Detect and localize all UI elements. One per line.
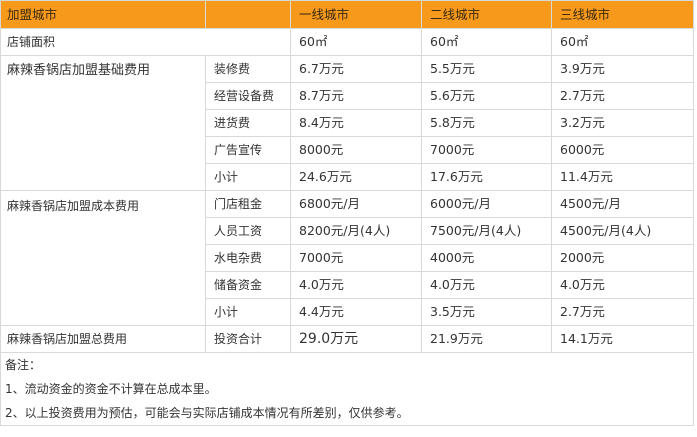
cell-value-total: 29.0万元 <box>290 325 422 353</box>
cell-value: 21.9万元 <box>421 325 552 353</box>
cell-value: 8200元/月(4人) <box>290 217 422 245</box>
notes-line-1: 1、流动资金的资金不计算在总成本里。 <box>0 377 694 401</box>
cell-value: 4500元/月 <box>551 190 694 218</box>
cell-value: 8000元 <box>290 136 422 164</box>
cell-item: 装修费 <box>205 55 291 83</box>
cell-value: 7000元 <box>421 136 552 164</box>
header-tier1: 一线城市 <box>290 0 422 29</box>
cell-value: 8.4万元 <box>290 109 422 137</box>
cell-value: 5.6万元 <box>421 82 552 110</box>
cell-value: 5.8万元 <box>421 109 552 137</box>
cell-item: 进货费 <box>205 109 291 137</box>
table-header-row: 加盟城市 一线城市 二线城市 三线城市 <box>0 0 694 29</box>
cell-item: 门店租金 <box>205 190 291 218</box>
cell-value: 24.6万元 <box>290 163 422 191</box>
cell-value: 3.2万元 <box>551 109 694 137</box>
cell-value: 6000元 <box>551 136 694 164</box>
cell-value: 2000元 <box>551 244 694 272</box>
cell-value: 6.7万元 <box>290 55 422 83</box>
cell-item: 投资合计 <box>205 325 291 353</box>
cell-value: 4000元 <box>421 244 552 272</box>
cell-value: 60㎡ <box>290 28 422 56</box>
cell-value: 60㎡ <box>421 28 552 56</box>
cell-item: 小计 <box>205 163 291 191</box>
table-row: 麻辣香锅店加盟基础费用 装修费 6.7万元 5.5万元 3.9万元 <box>0 55 694 191</box>
header-tier3: 三线城市 <box>551 0 694 29</box>
cell-value: 60㎡ <box>551 28 694 56</box>
notes-line-2: 2、以上投资费用为预估，可能会与实际店铺成本情况有所差别，仅供参考。 <box>0 401 694 426</box>
cell-value: 4.4万元 <box>290 298 422 326</box>
cell-value: 6000元/月 <box>421 190 552 218</box>
cell-value: 4500元/月(4人) <box>551 217 694 245</box>
row-label-total: 麻辣香锅店加盟总费用 <box>0 325 206 353</box>
notes-line-row: 2、以上投资费用为预估，可能会与实际店铺成本情况有所差别，仅供参考。 <box>0 401 694 426</box>
cell-value: 14.1万元 <box>551 325 694 353</box>
cell-item: 储备资金 <box>205 271 291 299</box>
group-label-cost: 麻辣香锅店加盟成本费用 <box>0 190 206 326</box>
notes-line-row: 1、流动资金的资金不计算在总成本里。 <box>0 377 694 401</box>
cell-value: 4.0万元 <box>290 271 422 299</box>
cell-value: 8.7万元 <box>290 82 422 110</box>
cell-value: 4.0万元 <box>421 271 552 299</box>
cell-value: 2.7万元 <box>551 82 694 110</box>
cell-item: 广告宣传 <box>205 136 291 164</box>
cell-value: 17.6万元 <box>421 163 552 191</box>
header-tier2: 二线城市 <box>421 0 552 29</box>
cell-item: 人员工资 <box>205 217 291 245</box>
cell-item: 小计 <box>205 298 291 326</box>
cell-value: 4.0万元 <box>551 271 694 299</box>
cell-value: 3.5万元 <box>421 298 552 326</box>
cell-value: 11.4万元 <box>551 163 694 191</box>
cell-value: 7500元/月(4人) <box>421 217 552 245</box>
cell-value: 3.9万元 <box>551 55 694 83</box>
investment-table-container: 加盟城市 一线城市 二线城市 三线城市 店铺面积 60㎡ 60㎡ 60㎡ 麻辣香… <box>0 0 695 426</box>
row-label-area: 店铺面积 <box>0 28 291 56</box>
notes-title: 备注： <box>0 352 694 377</box>
cell-value: 7000元 <box>290 244 422 272</box>
header-city: 加盟城市 <box>0 0 206 29</box>
cell-value: 2.7万元 <box>551 298 694 326</box>
header-item <box>205 0 291 29</box>
cell-item: 经营设备费 <box>205 82 291 110</box>
cell-item: 水电杂费 <box>205 244 291 272</box>
table-row: 店铺面积 60㎡ 60㎡ 60㎡ <box>0 28 694 56</box>
table-row: 麻辣香锅店加盟成本费用 门店租金 6800元/月 6000元/月 4500元/月 <box>0 190 694 326</box>
cell-value: 6800元/月 <box>290 190 422 218</box>
notes-title-row: 备注： <box>0 352 694 377</box>
franchise-cost-table: 加盟城市 一线城市 二线城市 三线城市 店铺面积 60㎡ 60㎡ 60㎡ 麻辣香… <box>0 0 694 426</box>
group-label-basic: 麻辣香锅店加盟基础费用 <box>0 55 206 191</box>
table-row: 麻辣香锅店加盟总费用 投资合计 29.0万元 21.9万元 14.1万元 <box>0 325 694 353</box>
cell-value: 5.5万元 <box>421 55 552 83</box>
